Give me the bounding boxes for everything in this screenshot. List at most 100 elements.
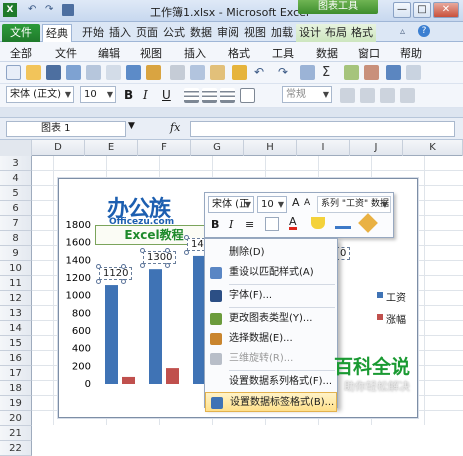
shape-outline-icon[interactable] [335,217,351,229]
context-menu-item[interactable]: 更改图表类型(Y)... [205,309,337,329]
percent-icon[interactable] [340,88,355,103]
selection-handle[interactable] [184,249,189,255]
column-header[interactable]: H [244,140,297,156]
merge-center-icon[interactable] [240,88,255,103]
data-label[interactable]: 1300 [143,251,177,265]
save-icon[interactable] [62,4,74,16]
select-all-corner[interactable] [0,140,32,156]
redo-icon[interactable]: ↷ [45,4,53,15]
collapse-ribbon-icon[interactable]: ▵ [400,26,405,37]
underline-button[interactable]: U [162,88,171,102]
column-header[interactable]: I [297,140,350,156]
align-right-icon[interactable] [220,88,235,103]
context-menu-item[interactable]: 设置数据系列格式(F)... [205,372,337,392]
row-header[interactable]: 15 [0,336,32,351]
menu-insert[interactable]: 插入 [184,45,206,61]
format-painter-icon[interactable] [232,65,247,80]
row-header[interactable]: 20 [0,411,32,426]
menu-file[interactable]: 文件 [55,45,77,61]
email-icon[interactable] [66,65,81,80]
hyperlink-icon[interactable] [300,65,315,80]
tab-file[interactable]: 文件 [2,24,40,42]
column-header[interactable]: J [350,140,403,156]
bold-button[interactable]: B [124,88,133,102]
column-header[interactable]: K [403,140,463,156]
italic-button[interactable]: I [143,88,148,102]
row-header[interactable]: 10 [0,261,32,276]
paste-icon[interactable] [210,65,225,80]
context-menu-item[interactable]: 重设以匹配样式(A) [205,263,337,283]
row-header[interactable]: 13 [0,306,32,321]
row-header[interactable]: 22 [0,441,32,456]
autosum-icon[interactable]: Σ [322,65,330,80]
shape-fill-icon[interactable] [311,217,325,229]
menu-help[interactable]: 帮助 [400,45,422,61]
tab-data[interactable]: 数据 [187,24,215,42]
fill-color-icon[interactable] [265,217,279,231]
print-preview-icon[interactable] [106,65,121,80]
open-icon[interactable] [26,65,41,80]
row-header[interactable]: 8 [0,231,32,246]
data-label-partial[interactable]: 0 [336,247,351,260]
menu-window[interactable]: 窗口 [358,45,380,61]
undo-icon[interactable]: ↶ [254,65,264,79]
menu-view[interactable]: 视图 [140,45,162,61]
row-header[interactable]: 3 [0,156,32,171]
print-icon[interactable] [86,65,101,80]
excel-logo-icon[interactable]: X [3,3,17,17]
row-header[interactable]: 17 [0,366,32,381]
sort-asc-icon[interactable] [344,65,359,80]
save-icon[interactable] [46,65,61,80]
tab-home[interactable]: 开始 [79,24,107,42]
tab-format[interactable]: 格式 [348,24,376,42]
spellcheck-icon[interactable] [126,65,141,80]
mini-italic-button[interactable]: I [229,218,233,231]
menu-data[interactable]: 数据 [316,45,338,61]
column-header[interactable]: D [32,140,85,156]
row-header[interactable]: 6 [0,201,32,216]
mini-font-select[interactable]: 宋体 (正 ▼ [208,196,254,213]
decrease-decimal-icon[interactable] [400,88,415,103]
tab-review[interactable]: 审阅 [214,24,242,42]
tab-page[interactable]: 页面 [133,24,161,42]
menu-tools[interactable]: 工具 [272,45,294,61]
column-header[interactable]: E [85,140,138,156]
row-header[interactable]: 4 [0,171,32,186]
insert-function-button[interactable]: fx [170,121,180,134]
drawing-icon[interactable] [406,65,421,80]
row-header[interactable]: 11 [0,276,32,291]
align-center-icon[interactable] [202,88,217,103]
font-color-icon[interactable]: A [289,216,297,230]
number-format-select[interactable]: 常规 ▼ [282,86,332,103]
data-label[interactable]: 1120 [99,267,133,281]
row-header[interactable]: 5 [0,186,32,201]
tab-formulas[interactable]: 公式 [160,24,188,42]
column-header[interactable]: F [138,140,191,156]
mini-align-button[interactable]: ≡ [245,218,254,231]
tab-classic[interactable]: 经典 [42,24,72,42]
mini-size-select[interactable]: 10 ▼ [257,196,287,213]
increase-decimal-icon[interactable] [380,88,395,103]
menu-all[interactable]: 全部 [10,45,32,61]
menu-format[interactable]: 格式 [228,45,250,61]
selection-handle[interactable] [184,234,189,240]
menu-edit[interactable]: 编辑 [98,45,120,61]
tab-design[interactable]: 设计 [296,24,324,42]
context-menu-item[interactable]: 删除(D) [205,243,337,263]
format-painter-icon[interactable] [358,213,378,233]
help-icon[interactable]: ? [418,25,430,37]
bar-wage[interactable] [149,269,162,384]
row-header[interactable]: 7 [0,216,32,231]
sort-desc-icon[interactable] [364,65,379,80]
new-icon[interactable] [6,65,21,80]
context-menu-item[interactable]: 字体(F)... [205,286,337,306]
undo-icon[interactable]: ↶ [28,4,36,15]
row-header[interactable]: 18 [0,381,32,396]
bar-increase[interactable] [166,368,179,384]
minimize-button[interactable]: — [393,2,411,18]
mini-bold-button[interactable]: B [211,218,219,231]
chart-wizard-icon[interactable] [386,65,401,80]
series-select[interactable]: 系列 "工资" 数据 ▼ [317,196,391,213]
row-header[interactable]: 19 [0,396,32,411]
grow-font-button[interactable]: A [292,196,300,209]
